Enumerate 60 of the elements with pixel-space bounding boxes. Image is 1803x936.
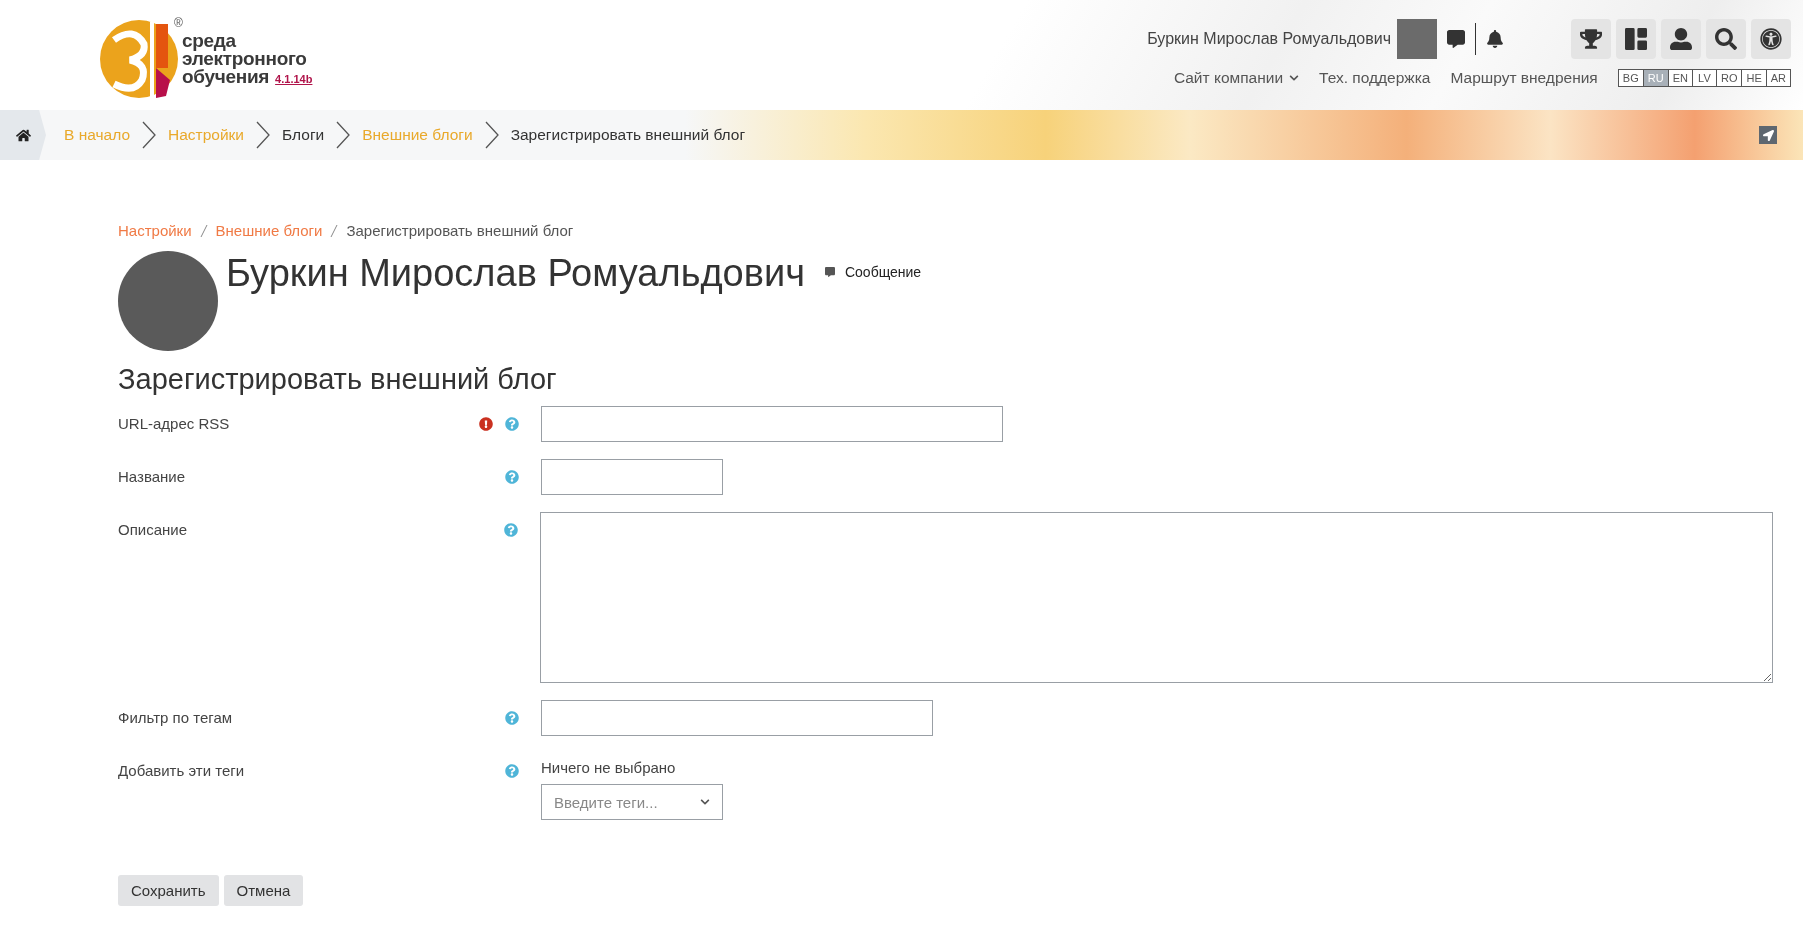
bell-icon[interactable] [1486, 30, 1504, 48]
logo-text: электронного [182, 50, 308, 68]
home-icon[interactable] [0, 110, 46, 160]
field-label: Описание [118, 521, 189, 538]
help-icon[interactable] [505, 710, 519, 725]
breadcrumb-item[interactable]: Зарегистрировать внешний блог [510, 126, 746, 144]
trophy-icon [1580, 28, 1602, 50]
chevron-icon [142, 121, 157, 149]
help-icon[interactable] [503, 522, 518, 537]
send-icon[interactable] [1759, 126, 1777, 144]
language-link[interactable]: LV [1691, 70, 1716, 86]
text-field[interactable] [541, 459, 723, 495]
grid-button[interactable] [1616, 19, 1656, 59]
search-icon [1715, 28, 1737, 50]
field-label: Название [118, 468, 187, 485]
language-link[interactable]: BG [1618, 70, 1643, 86]
cancel-button[interactable]: Отмена [223, 875, 304, 906]
chat-icon [824, 267, 835, 277]
person-button[interactable] [1661, 19, 1701, 59]
breadcrumb-item[interactable]: Блоги [282, 126, 325, 144]
slash-icon [330, 224, 339, 237]
grid-icon [1625, 28, 1647, 50]
text-field[interactable] [541, 406, 1003, 442]
selection-status: Ничего не выбрано [541, 759, 677, 776]
breadcrumb-item[interactable]: Зарегистрировать внешний блог [346, 222, 574, 239]
save-button[interactable]: Сохранить [118, 875, 219, 906]
language-link[interactable]: AR [1765, 70, 1790, 86]
registered-mark: ® [174, 16, 183, 30]
caret-icon [700, 797, 710, 807]
field-label: Добавить эти теги [118, 762, 246, 779]
person-icon [1670, 28, 1692, 50]
tags-select[interactable]: Введите теги... [541, 784, 723, 820]
field-label: URL-адрес RSS [118, 415, 231, 432]
message-link[interactable]: Сообщение [824, 264, 922, 280]
language-link[interactable]: RO [1715, 70, 1742, 86]
slash-icon [199, 224, 208, 237]
user-name[interactable]: Буркин Мирослав Ромуальдович [1147, 30, 1391, 48]
field-label: Фильтр по тегам [118, 709, 234, 726]
trophy-button[interactable] [1571, 19, 1611, 59]
search-button[interactable] [1706, 19, 1746, 59]
nav-link[interactable]: Сайт компании [1173, 69, 1300, 87]
chat-icon[interactable] [1447, 30, 1465, 48]
language-link[interactable]: HE [1741, 70, 1766, 86]
accessibility-button[interactable] [1751, 19, 1791, 59]
text-field[interactable] [541, 700, 933, 736]
chevron-icon [336, 121, 351, 149]
profile-name: Буркин Мирослав Ромуальдович [226, 251, 805, 295]
nav-link[interactable]: Тех. поддержка [1319, 69, 1431, 87]
page-heading: Зарегистрировать внешний блог [118, 363, 558, 396]
chevron-icon [256, 121, 271, 149]
help-icon[interactable] [505, 763, 519, 778]
accessibility-icon [1760, 28, 1782, 50]
help-icon[interactable] [505, 469, 519, 484]
nav-link[interactable]: Маршрут внедрения [1450, 69, 1598, 87]
logo-text: обучения [182, 68, 270, 86]
language-link[interactable]: EN [1667, 70, 1692, 86]
help-icon[interactable] [505, 416, 519, 431]
chevron-icon [484, 121, 499, 149]
version-link[interactable]: 4.1.14b [275, 73, 313, 85]
logo-text: среда [182, 32, 237, 50]
